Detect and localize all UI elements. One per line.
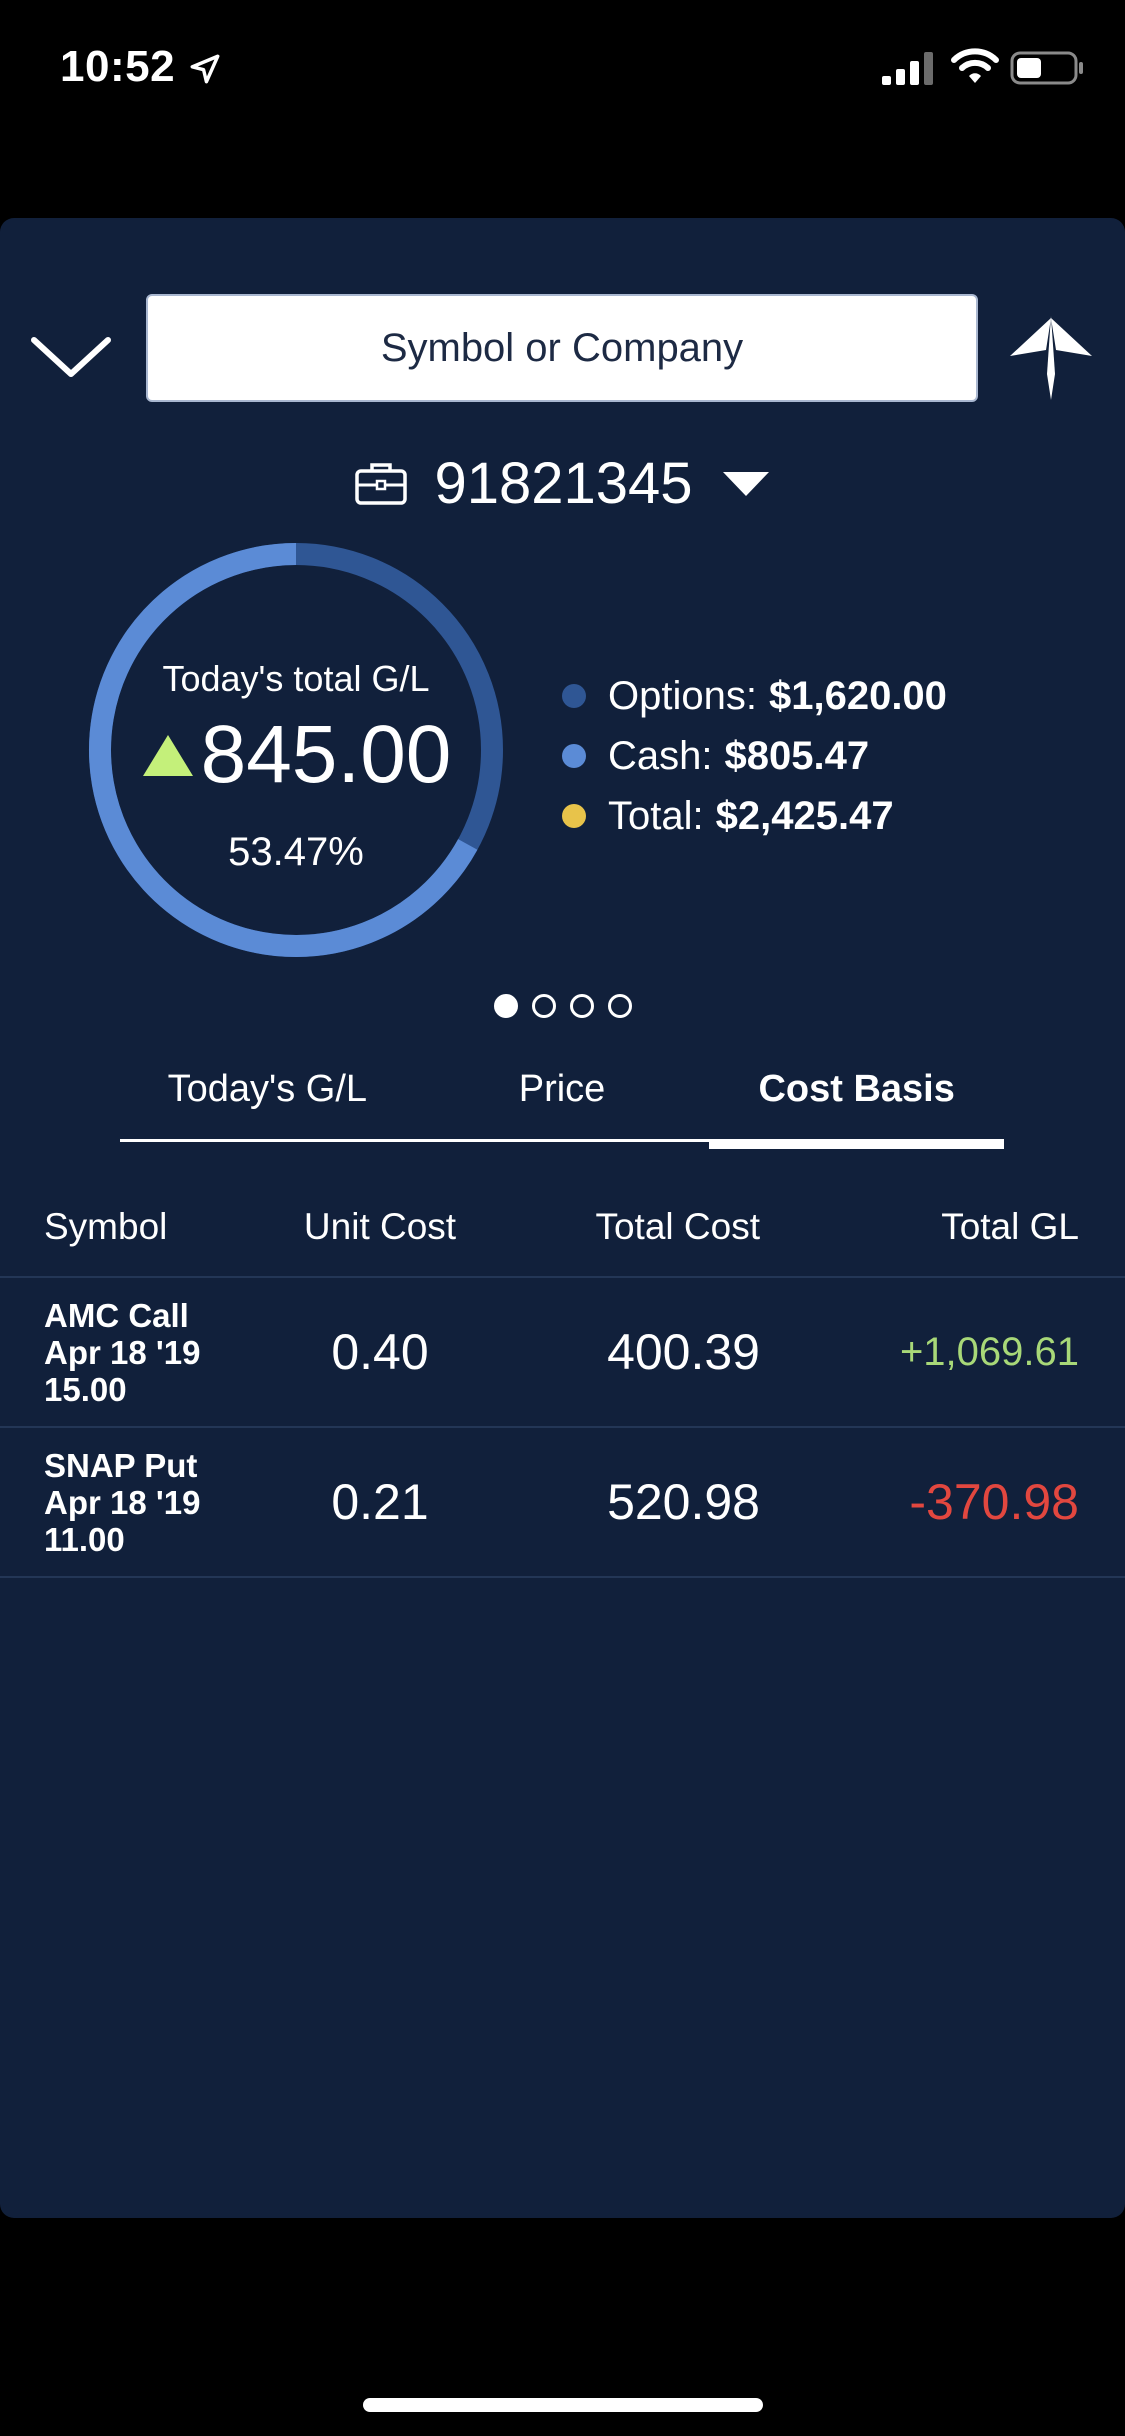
symbol-line: 15.00 [44, 1370, 127, 1408]
total-gl: +1,069.61 [899, 1329, 1079, 1374]
symbol-line: 11.00 [44, 1520, 125, 1558]
wifi-icon [951, 48, 999, 83]
unit-cost: 0.40 [331, 1324, 429, 1380]
header-symbol[interactable]: Symbol [0, 1206, 270, 1248]
symbol-line: SNAP Put [44, 1446, 198, 1484]
search-input[interactable]: Symbol or Company [146, 294, 978, 402]
tab-price[interactable]: Price [415, 1058, 710, 1139]
total-gl-percent: 53.47% [228, 830, 364, 874]
symbol-line: Apr 18 '19 [44, 1483, 201, 1521]
page-dot[interactable] [607, 994, 632, 1018]
up-triangle-icon [142, 735, 193, 776]
total-cost: 400.39 [607, 1324, 760, 1380]
legend-dot [562, 804, 586, 828]
account-selector[interactable]: 91821345 [0, 438, 1125, 528]
allocation-legend: Options: $1,620.00 Cash: $805.47 Total: … [562, 666, 1102, 846]
legend-item-cash: Cash: $805.47 [562, 726, 1102, 786]
legend-value: $2,425.47 [715, 793, 894, 838]
status-time: 10:52 [60, 42, 176, 91]
cellular-signal-icon [882, 52, 933, 85]
tab-cost-basis[interactable]: Cost Basis [709, 1058, 1004, 1149]
briefcase-icon [355, 463, 408, 505]
legend-label: Options: [608, 673, 757, 718]
account-number: 91821345 [434, 450, 693, 516]
legend-item-options: Options: $1,620.00 [562, 666, 1102, 726]
location-arrow-icon [190, 54, 220, 84]
portfolio-card: Symbol or Company 91821345 Today's total… [0, 218, 1125, 2218]
table-row[interactable]: SNAP Put Apr 18 '19 11.00 0.21 520.98 -3… [0, 1428, 1125, 1578]
position-symbol: SNAP Put Apr 18 '19 11.00 [0, 1447, 270, 1558]
unit-cost: 0.21 [331, 1474, 429, 1530]
legend-value: $805.47 [724, 733, 870, 778]
legend-dot [562, 684, 586, 708]
total-cost: 520.98 [607, 1474, 760, 1530]
legend-dot [562, 744, 586, 768]
header-total-cost[interactable]: Total Cost [490, 1206, 780, 1248]
status-bar: 10:52 [0, 0, 1125, 140]
legend-label: Cash: [608, 733, 713, 778]
total-gl-value: 845.00 [200, 709, 452, 800]
total-gl-value-row: 845.00 [86, 708, 506, 802]
symbol-line: Apr 18 '19 [44, 1333, 201, 1371]
page-dot[interactable] [493, 994, 518, 1018]
home-indicator[interactable] [363, 2398, 763, 2412]
battery-icon [1010, 51, 1083, 85]
legend-item-total: Total: $2,425.47 [562, 786, 1102, 846]
page-dot[interactable] [569, 994, 594, 1018]
total-gl-label: Today's total G/L [162, 658, 430, 699]
tab-todays-gl[interactable]: Today's G/L [120, 1058, 415, 1139]
page-dot[interactable] [531, 994, 556, 1018]
symbol-line: AMC Call [44, 1296, 189, 1334]
legend-label: Total: [608, 793, 704, 838]
page-indicator[interactable] [0, 994, 1125, 1018]
header-unit-cost[interactable]: Unit Cost [270, 1206, 490, 1248]
table-header: Symbol Unit Cost Total Cost Total GL [0, 1178, 1125, 1278]
brand-logo-icon[interactable] [1008, 314, 1094, 400]
legend-value: $1,620.00 [768, 673, 947, 718]
header-total-gl[interactable]: Total GL [780, 1206, 1125, 1248]
position-symbol: AMC Call Apr 18 '19 15.00 [0, 1297, 270, 1408]
total-gl: -370.98 [909, 1474, 1079, 1530]
table-row[interactable]: AMC Call Apr 18 '19 15.00 0.40 400.39 +1… [0, 1278, 1125, 1428]
view-tabs: Today's G/L Price Cost Basis [120, 1058, 1004, 1149]
positions-table: Symbol Unit Cost Total Cost Total GL AMC… [0, 1178, 1125, 1578]
search-placeholder: Symbol or Company [380, 325, 744, 370]
collapse-chevron-icon[interactable] [30, 328, 112, 384]
caret-down-icon [722, 472, 769, 496]
